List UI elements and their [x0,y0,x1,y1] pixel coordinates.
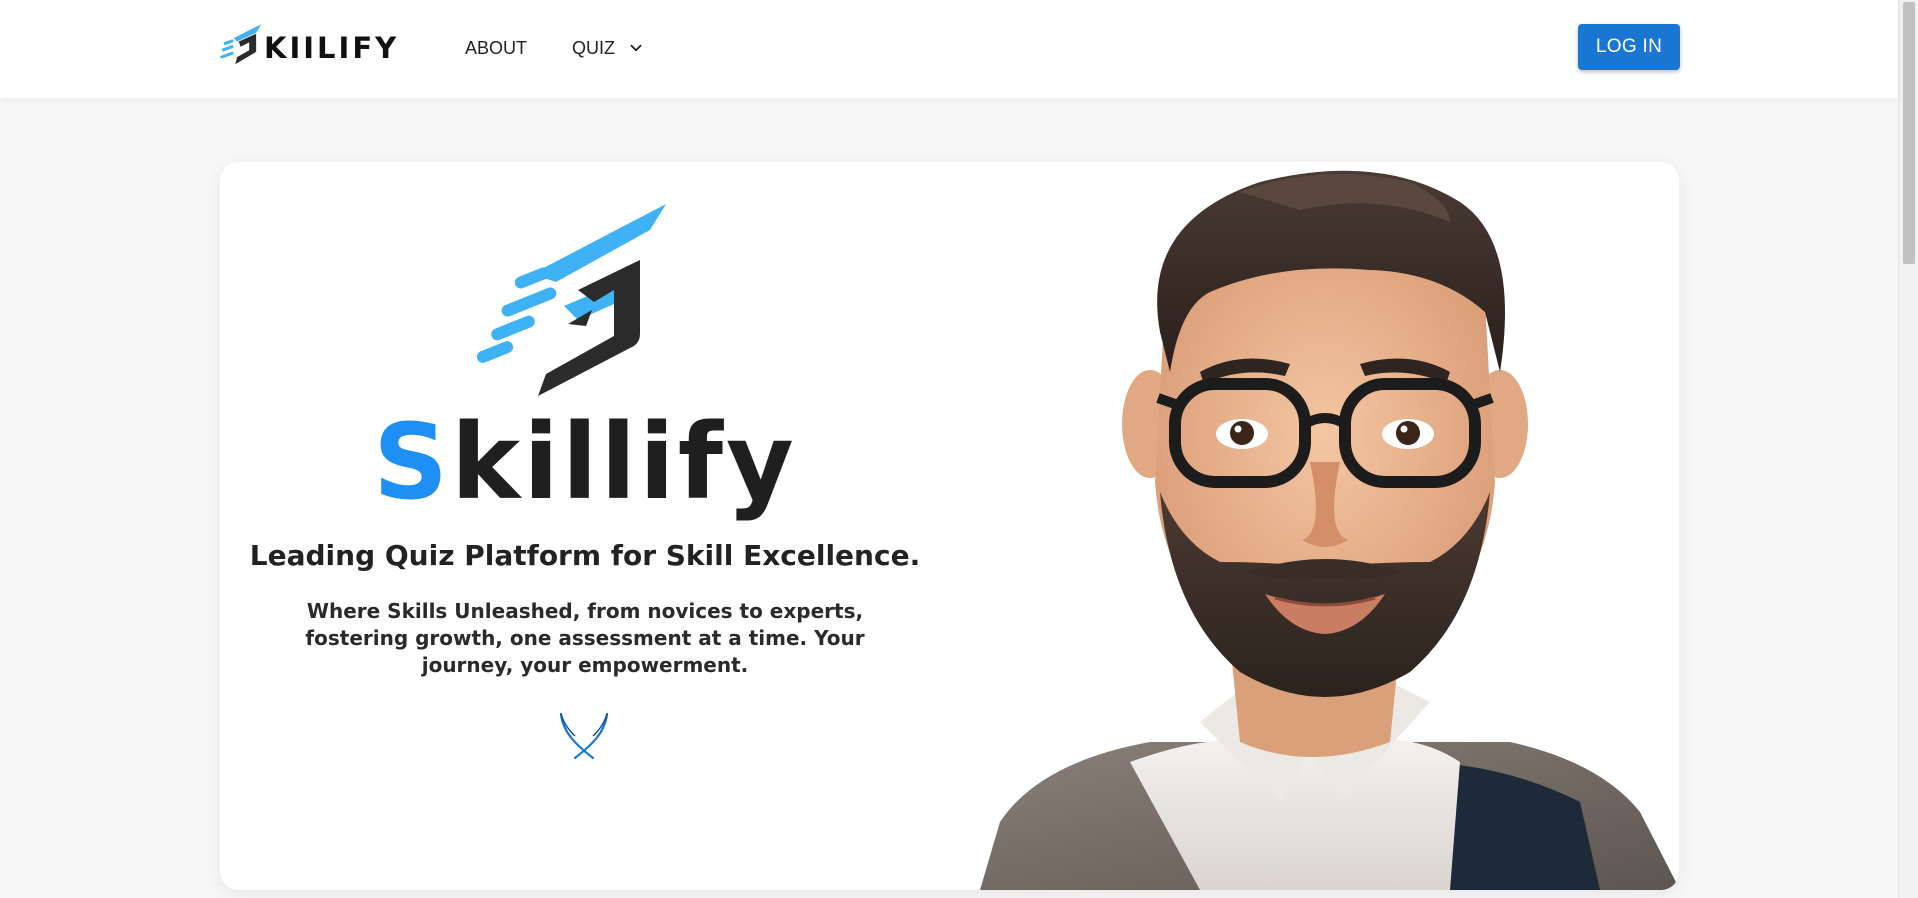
top-navigation-bar: KIILIFY ABOUT QUIZ LOG IN [0,0,1898,98]
hero-intro: Skillify Leading Quiz Platform for Skill… [220,162,950,890]
nav-quiz-dropdown[interactable]: QUIZ [572,36,645,60]
chevron-down-icon [630,44,642,52]
nav-about-label: ABOUT [465,37,528,58]
hero-wordmark: Skillify [220,402,950,522]
login-button[interactable]: LOG IN [1578,24,1680,70]
hero-card: Skillify Leading Quiz Platform for Skill… [220,162,1679,890]
brand-name: KIILIFY [264,31,400,65]
scroll-down-arrow-icon[interactable] [555,710,613,762]
nav-about-link[interactable]: ABOUT [465,36,527,60]
scrollbar-thumb[interactable] [1903,2,1915,264]
nav-quiz-label: QUIZ [572,37,616,58]
hero-description: Where Skills Unleashed, from novices to … [305,599,865,677]
skillify-logo-icon [220,24,262,65]
wordmark-rest: killify [451,401,797,523]
bearded-man-avatar [980,170,1679,890]
brand-home-link[interactable]: KIILIFY [218,18,399,72]
skillify-s-logo-icon [476,204,666,396]
hero-tagline: Leading Quiz Platform for Skill Excellen… [249,539,921,572]
page-scrollbar[interactable] [1898,0,1918,898]
wordmark-initial: S [373,401,452,523]
main-nav: ABOUT QUIZ [465,36,645,60]
